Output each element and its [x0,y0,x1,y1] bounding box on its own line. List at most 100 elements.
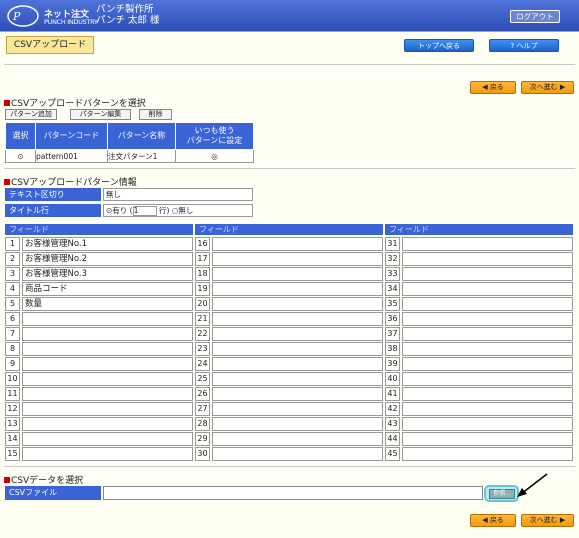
field-number: 37 [385,327,400,341]
field-select[interactable] [212,297,383,311]
add-pattern-button[interactable]: パターン追加 [5,109,57,120]
back-button-bottom[interactable]: ◀ 戻る [470,514,516,527]
field-number: 23 [195,342,210,356]
field-select[interactable] [22,432,193,446]
field-number: 28 [195,417,210,431]
field-select[interactable] [402,267,573,281]
punch-logo-icon: P [7,5,39,27]
next-label: 次へ進む [529,83,558,91]
row-unit: 行) [159,206,170,215]
field-select[interactable] [402,357,573,371]
select-radio[interactable]: ⊙ [5,149,36,163]
logo-subtext: PUNCH INDUSTRY [44,18,98,26]
field-select[interactable] [402,237,573,251]
next-button-top[interactable]: 次へ進む ▶ [521,81,574,94]
field-number: 36 [385,312,400,326]
field-select[interactable] [212,417,383,431]
field-select[interactable] [212,342,383,356]
logout-button[interactable]: ログアウト [510,10,560,23]
field-select[interactable] [212,357,383,371]
field-number: 19 [195,282,210,296]
back-button-top[interactable]: ◀ 戻る [470,81,516,94]
default-radio[interactable]: ◎ [175,149,254,163]
field-select[interactable] [402,252,573,266]
field-number: 15 [5,447,20,461]
field-number: 31 [385,237,400,251]
field-select[interactable] [212,267,383,281]
field-select[interactable] [402,312,573,326]
field-select[interactable] [22,342,193,356]
field-select[interactable] [22,447,193,461]
field-select[interactable] [402,372,573,386]
field-select[interactable] [22,357,193,371]
field-number: 3 [5,267,20,281]
field-select[interactable]: 商品コード [22,282,193,296]
default-header: いつも使う パターンに設定 [175,122,254,150]
field-select[interactable] [22,402,193,416]
field-select[interactable] [212,252,383,266]
field-select[interactable] [22,387,193,401]
field-select[interactable] [402,402,573,416]
field-number: 35 [385,297,400,311]
field-select[interactable] [402,327,573,341]
field-select[interactable] [22,327,193,341]
bullet-icon [4,179,10,185]
field-number: 27 [195,402,210,416]
field-number: 7 [5,327,20,341]
divider [4,64,575,65]
field-number: 6 [5,312,20,326]
field-select[interactable] [212,432,383,446]
field-select[interactable] [402,387,573,401]
table-row: ⊙ pattern001 注文パターン1 ◎ [5,149,254,163]
next-arrow-icon: ▶ [559,516,566,524]
field-header-2: フィールド [195,224,383,235]
csv-file-input[interactable] [103,486,483,500]
help-button[interactable]: ? ヘルプ [489,39,559,52]
field-select[interactable] [22,417,193,431]
csv-file-label: CSVファイル [5,486,101,500]
help-label: ヘルプ [516,42,538,50]
next-arrow-icon: ▶ [559,83,566,91]
field-select[interactable] [402,447,573,461]
edit-pattern-button[interactable]: パターン編集 [70,109,131,120]
field-select[interactable] [212,282,383,296]
field-select[interactable] [212,312,383,326]
field-select[interactable] [212,327,383,341]
field-select[interactable] [212,237,383,251]
field-number: 14 [5,432,20,446]
field-number: 24 [195,357,210,371]
name-header: パターン名称 [107,122,176,150]
next-label: 次へ進む [529,516,558,524]
back-arrow-icon: ◀ [482,83,488,91]
delimiter-value: 無し [103,188,253,201]
field-select[interactable]: お客様管理No.2 [22,252,193,266]
field-number: 2 [5,252,20,266]
field-select[interactable]: お客様管理No.3 [22,267,193,281]
field-select[interactable] [402,297,573,311]
next-button-bottom[interactable]: 次へ進む ▶ [521,514,574,527]
field-number: 22 [195,327,210,341]
field-number: 16 [195,237,210,251]
field-select[interactable] [212,387,383,401]
field-select[interactable] [402,432,573,446]
no-label: 無し [178,206,194,215]
title-row-count-input[interactable]: 1 [132,206,157,216]
field-number: 30 [195,447,210,461]
company-info: パンチ製作所 パンチ 太郎 様 [96,4,160,26]
field-select[interactable] [22,312,193,326]
field-select[interactable] [22,372,193,386]
field-number: 20 [195,297,210,311]
field-select[interactable] [212,372,383,386]
field-select[interactable] [402,342,573,356]
field-select[interactable]: お客様管理No.1 [22,237,193,251]
field-select[interactable] [212,402,383,416]
field-select[interactable] [212,447,383,461]
header-bar: P ネット注文 PUNCH INDUSTRY パンチ製作所 パンチ 太郎 様 ロ… [0,0,579,32]
field-select[interactable] [402,417,573,431]
field-select[interactable] [402,282,573,296]
title-row-options: ⊙有り (1 行) ○無し [103,204,253,217]
field-select[interactable]: 数量 [22,297,193,311]
delete-pattern-button[interactable]: 削除 [139,109,172,120]
top-page-button[interactable]: トップへ戻る [404,39,474,52]
field-number: 44 [385,432,400,446]
